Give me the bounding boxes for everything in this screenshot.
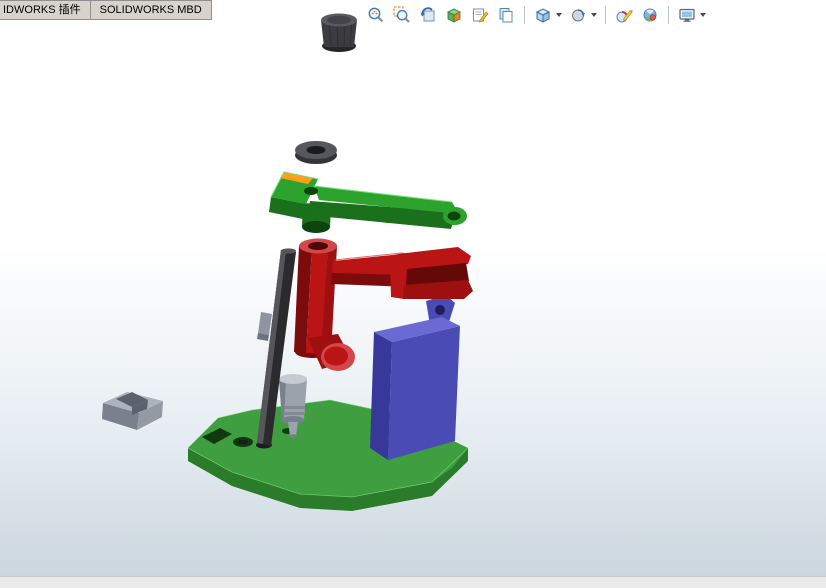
view-orientation-button[interactable] [533,5,553,25]
zoom-to-area-button[interactable] [392,5,412,25]
3d-drawing-view-icon [473,8,489,23]
view-orientation-dropdown-arrow[interactable] [556,13,562,17]
part-knob[interactable] [321,13,357,53]
previous-view-button[interactable] [418,5,438,25]
hide-show-items-icon [499,8,513,23]
edit-appearance-icon [616,9,633,23]
commandmanager-tab-bar: IDWORKS 插件 SOLIDWORKS MBD [0,0,212,20]
status-bar [0,576,826,588]
arm-boss [302,221,330,233]
view-settings-button[interactable] [677,5,697,25]
rod-clip [258,312,272,335]
part-lever-arm[interactable] [269,171,467,233]
block-tab-hole [435,305,445,315]
zoom-to-fit-button[interactable] [366,5,386,25]
part-slider-block[interactable] [370,295,460,460]
apply-scene-button[interactable] [640,5,660,25]
tab-solidworks-plugins[interactable]: IDWORKS 插件 [0,0,91,20]
section-view-icon [447,8,461,23]
part-v-block[interactable] [102,392,163,430]
arm-end-hole [447,211,461,221]
graphics-area[interactable] [0,0,826,588]
section-view-button[interactable] [444,5,464,25]
view-settings-dropdown-arrow[interactable] [700,13,706,17]
view-orientation-icon [535,8,551,23]
display-style-dropdown-arrow[interactable] [591,13,597,17]
edit-appearance-button[interactable] [614,5,634,25]
display-style-button[interactable] [568,5,588,25]
toolbar-separator [668,6,669,24]
tab-solidworks-mbd[interactable]: SOLIDWORKS MBD [89,0,212,20]
hide-show-items-button[interactable] [496,5,516,25]
heads-up-view-toolbar [366,5,706,25]
zoom-to-fit-icon [368,7,384,23]
3d-drawing-view-button[interactable] [470,5,490,25]
arm-head-hole [304,187,318,195]
part-washer[interactable] [295,141,337,164]
view-settings-icon [679,8,695,22]
solidworks-window: IDWORKS 插件 SOLIDWORKS MBD [0,0,826,588]
crank-bore [308,242,328,250]
washer-hole [306,146,326,154]
display-style-icon [572,9,586,22]
toolbar-separator [605,6,606,24]
previous-view-icon [420,7,435,22]
toolbar-separator [524,6,525,24]
zoom-to-area-icon [393,6,410,23]
apply-scene-icon [643,8,657,22]
